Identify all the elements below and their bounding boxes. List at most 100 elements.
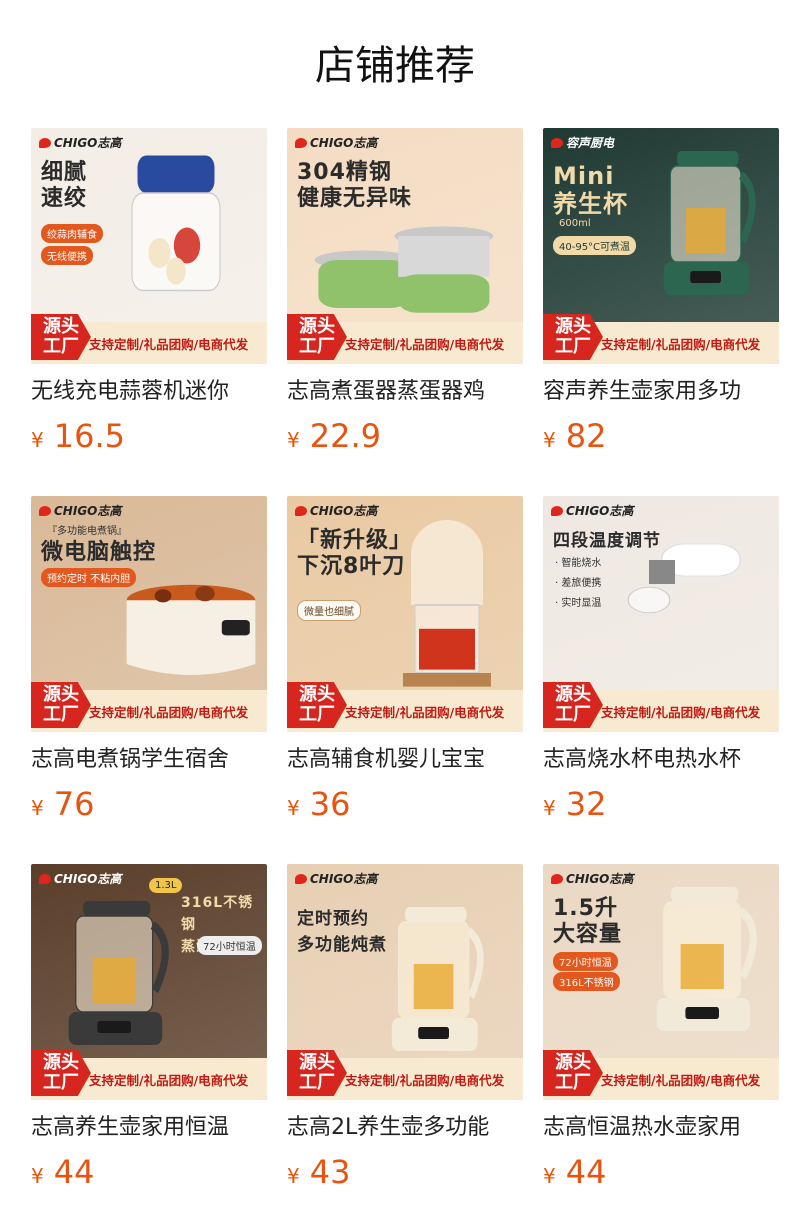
page-title: 店铺推荐: [315, 43, 475, 89]
promo-slogan: 支持定制/礼品团购/电商代发: [89, 1073, 249, 1088]
brand-logo: CHIGO志高: [295, 502, 377, 519]
currency-symbol: ¥: [31, 1164, 44, 1188]
product-card[interactable]: CHIGO志高「新升级」 下沉8叶刀微量也细腻源头 工厂 支持定制/礼品团购/电商代…: [287, 496, 523, 864]
product-name[interactable]: 志高2L养生壶多功能: [287, 1112, 523, 1144]
brand-logo: CHIGO志高: [39, 134, 121, 151]
product-price: ¥43: [287, 1152, 350, 1192]
currency-symbol: ¥: [31, 796, 44, 820]
feature-chip: 微量也细腻: [297, 600, 361, 621]
feature-chip: 40-95°C可煮温: [553, 236, 637, 255]
source-badge-line2: 工厂: [555, 704, 591, 725]
source-badge-line2: 工厂: [555, 1072, 591, 1093]
product-name[interactable]: 志高煮蛋器蒸蛋器鸡: [287, 376, 523, 408]
product-name[interactable]: 志高养生壶家用恒温: [31, 1112, 267, 1144]
product-image[interactable]: CHIGO志高 1.5升 大容量 72小时恒温 316L不锈钢源头 工厂 支持定制/礼品团…: [543, 864, 779, 1100]
promo-footer-band: 源头 工厂 支持定制/礼品团购/电商代发: [287, 682, 523, 732]
product-image[interactable]: CHIGO志高 定时预约 多功能炖煮 源头 工厂 支持定制/礼品团购/电商代发: [287, 864, 523, 1100]
product-name[interactable]: 志高电煮锅学生宿舍: [31, 744, 267, 776]
product-image[interactable]: CHIGO志高 细腻 速绞 绞蒜肉辅食 无线便携 源头 工厂 支持定制/礼品团购/电商代发: [31, 128, 267, 364]
promo-slogan: 支持定制/礼品团购/电商代发: [601, 1073, 761, 1088]
brand-name: CHIGO志高: [54, 872, 122, 886]
price-amount: 43: [309, 1153, 351, 1191]
brand-name: CHIGO志高: [566, 504, 634, 518]
product-image[interactable]: CHIGO志高 微电脑触控 『多功能电煮锅』 预约定时 不粘内胆 源头 工厂 支持定制/礼品…: [31, 496, 267, 732]
product-card[interactable]: 容声厨电 Mini 养生杯 600ml 40-95°C可煮温 源头 工厂 支持定制/礼品团购…: [543, 128, 779, 496]
product-price: ¥36: [287, 784, 350, 824]
feature-chip: 72小时恒温: [197, 936, 262, 955]
promo-footer-band: 源头 工厂 支持定制/礼品团购/电商代发: [543, 1050, 779, 1100]
price-amount: 32: [565, 785, 607, 823]
promo-footer-band: 源头 工厂 支持定制/礼品团购/电商代发: [543, 682, 779, 732]
source-badge-line2: 工厂: [299, 336, 335, 357]
brand-name: CHIGO志高: [54, 504, 122, 518]
price-amount: 44: [565, 1153, 607, 1191]
product-card[interactable]: CHIGO志高 1.5升 大容量 72小时恒温 316L不锈钢源头 工厂 支持定制/礼品团…: [543, 864, 779, 1232]
product-card[interactable]: CHIGO志高 细腻 速绞 绞蒜肉辅食 无线便携 源头 工厂 支持定制/礼品团购/电商代发无…: [31, 128, 267, 496]
brand-name: CHIGO志高: [310, 136, 378, 150]
price-amount: 44: [53, 1153, 95, 1191]
source-badge-line2: 工厂: [43, 336, 79, 357]
product-illustration: [68, 901, 169, 1045]
product-price: ¥76: [31, 784, 94, 824]
promo-headline: 定时预约 多功能炖煮: [297, 909, 387, 955]
promo-slogan: 支持定制/礼品团购/电商代发: [89, 705, 249, 720]
promo-headline: 1.5升 大容量: [553, 896, 623, 947]
promo-slogan: 支持定制/礼品团购/电商代发: [345, 337, 505, 352]
promo-slogan: 支持定制/礼品团购/电商代发: [345, 1073, 505, 1088]
product-illustration: [314, 226, 494, 313]
price-amount: 76: [53, 785, 95, 823]
product-price: ¥16.5: [31, 416, 125, 456]
product-price: ¥82: [543, 416, 606, 456]
product-image[interactable]: CHIGO志高316L不锈钢 蒸汽喷淋1.3L72小时恒温源头工厂支持定制/礼品…: [31, 864, 267, 1100]
source-badge-line2: 工厂: [555, 336, 591, 357]
brand-logo-icon: [39, 873, 51, 884]
brand-logo-icon: [551, 873, 563, 884]
product-illustration: [131, 155, 221, 292]
product-name[interactable]: 无线充电蒜蓉机迷你: [31, 376, 267, 408]
product-image[interactable]: 容声厨电 Mini 养生杯 600ml 40-95°C可煮温 源头 工厂 支持定制/礼品团购…: [543, 128, 779, 364]
product-name[interactable]: 志高烧水杯电热水杯: [543, 744, 779, 776]
product-illustration: [656, 887, 757, 1031]
product-grid: CHIGO志高 细腻 速绞 绞蒜肉辅食 无线便携 源头 工厂 支持定制/礼品团购/电商代发无…: [31, 128, 779, 1232]
product-card[interactable]: CHIGO志高 定时预约 多功能炖煮 源头 工厂 支持定制/礼品团购/电商代发 志高2L养…: [287, 864, 523, 1232]
promo-footer-band: 源头 工厂 支持定制/礼品团购/电商代发: [31, 682, 267, 732]
promo-footer-band: 源头 工厂 支持定制/礼品团购/电商代发: [31, 1050, 267, 1100]
currency-symbol: ¥: [543, 428, 556, 452]
product-name[interactable]: 容声养生壶家用多功: [543, 376, 779, 408]
promo-headline: Mini 养生杯: [553, 162, 628, 218]
promo-headline: 「新升级」 下沉8叶刀: [297, 528, 413, 579]
brand-name: CHIGO志高: [566, 872, 634, 886]
source-badge-line2: 工厂: [299, 1072, 335, 1093]
price-amount: 36: [309, 785, 351, 823]
product-card[interactable]: CHIGO志高 四段温度调节 · 智能烧水 · 差旅便携 · 实时显温 源头 工厂 支持定制/…: [543, 496, 779, 864]
source-badge-line2: 工厂: [43, 704, 79, 725]
brand-logo: CHIGO志高: [295, 870, 377, 887]
feature-bullet: · 实时显温: [555, 598, 602, 609]
price-amount: 82: [565, 417, 607, 455]
feature-chip: 316L不锈钢: [553, 972, 620, 991]
feature-chip: 72小时恒温: [553, 952, 618, 971]
brand-logo: 容声厨电: [551, 134, 614, 151]
price-amount: 16.5: [53, 417, 125, 455]
promo-slogan: 支持定制/礼品团购/电商代发: [345, 705, 505, 720]
feature-chip: 600ml: [559, 218, 591, 229]
product-illustration: [126, 584, 256, 675]
product-name[interactable]: 志高恒温热水壶家用: [543, 1112, 779, 1144]
currency-symbol: ¥: [31, 428, 44, 452]
brand-logo-icon: [295, 505, 307, 516]
product-illustration: [403, 520, 491, 687]
product-name[interactable]: 志高辅食机婴儿宝宝: [287, 744, 523, 776]
product-card[interactable]: CHIGO志高 304精钢 健康无异味 源头 工厂 支持定制/礼品团购/电商代发志高煮蛋…: [287, 128, 523, 496]
product-illustration: [627, 543, 741, 614]
brand-logo: CHIGO志高: [551, 870, 633, 887]
product-image[interactable]: CHIGO志高「新升级」 下沉8叶刀微量也细腻源头 工厂 支持定制/礼品团购/电商代…: [287, 496, 523, 732]
promo-slogan: 支持定制/礼品团购/电商代发: [601, 337, 761, 352]
product-card[interactable]: CHIGO志高316L不锈钢 蒸汽喷淋1.3L72小时恒温源头工厂支持定制/礼品…: [31, 864, 267, 1232]
product-image[interactable]: CHIGO志高 304精钢 健康无异味 源头 工厂 支持定制/礼品团购/电商代发: [287, 128, 523, 364]
brand-logo-icon: [551, 505, 563, 516]
brand-logo: CHIGO志高: [295, 134, 377, 151]
product-image[interactable]: CHIGO志高 四段温度调节 · 智能烧水 · 差旅便携 · 实时显温 源头 工厂 支持定制/…: [543, 496, 779, 732]
brand-logo-icon: [551, 137, 563, 148]
product-card[interactable]: CHIGO志高 微电脑触控 『多功能电煮锅』 预约定时 不粘内胆 源头 工厂 支持定制/礼品…: [31, 496, 267, 864]
promo-slogan: 支持定制/礼品团购/电商代发: [89, 337, 249, 352]
